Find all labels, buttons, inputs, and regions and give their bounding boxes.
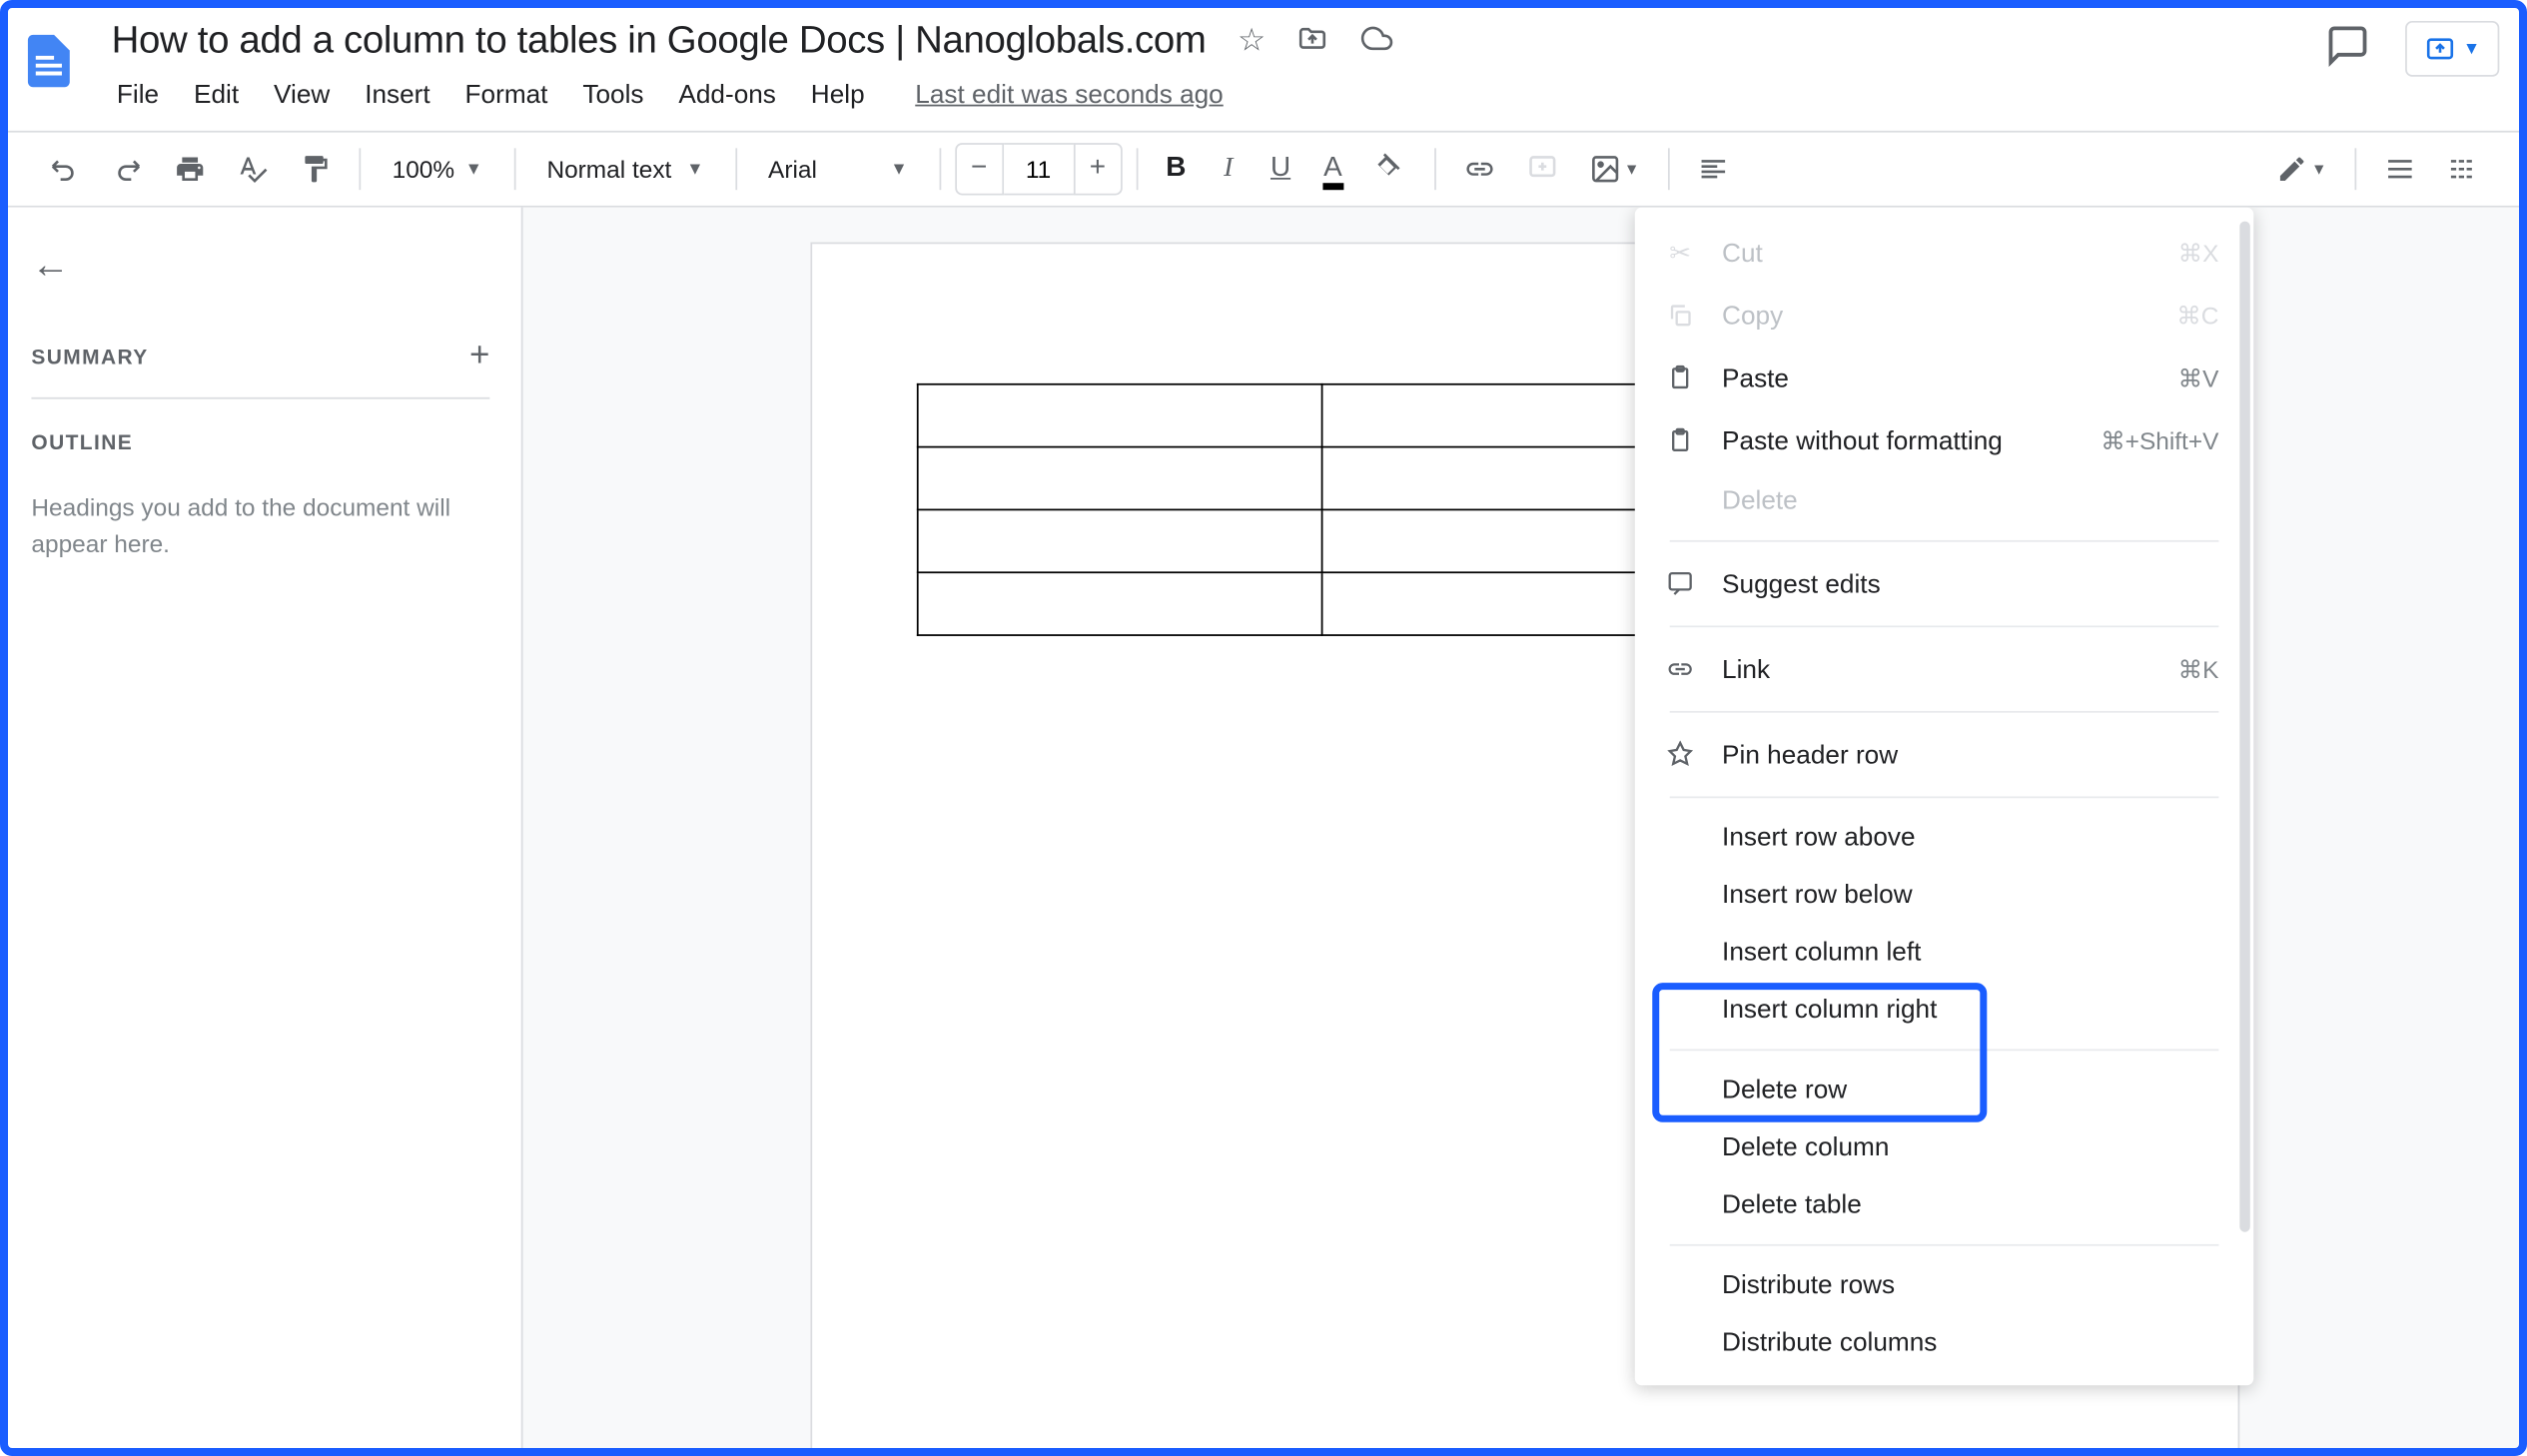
outline-sidebar: ← SUMMARY + OUTLINE Headings you add to … (0, 208, 523, 1454)
ctx-delete-row[interactable]: Delete row (1635, 1062, 2253, 1119)
highlight-button[interactable] (1360, 143, 1419, 195)
spellcheck-button[interactable] (223, 143, 282, 195)
ctx-delete-col[interactable]: Delete column (1635, 1118, 2253, 1176)
more-button[interactable] (2433, 143, 2492, 195)
font-size-input[interactable] (1004, 143, 1074, 195)
paste-icon (1663, 361, 1698, 395)
cut-icon: ✂ (1663, 236, 1698, 271)
insert-image-button[interactable]: ▼ (1575, 143, 1653, 195)
menu-view[interactable]: View (258, 73, 346, 117)
app-header: How to add a column to tables in Google … (0, 0, 2527, 117)
ctx-link[interactable]: Link ⌘K (1635, 638, 2253, 701)
cloud-icon[interactable] (1359, 22, 1394, 59)
comment-history-icon[interactable] (2325, 22, 2370, 76)
link-icon (1663, 652, 1698, 687)
font-size-increase[interactable]: + (1073, 143, 1122, 195)
caret-down-icon: ▼ (2463, 39, 2480, 58)
ctx-insert-col-right[interactable]: Insert column right (1635, 981, 2253, 1039)
ctx-pin-header[interactable]: Pin header row (1635, 723, 2253, 786)
ctx-delete: Delete (1635, 472, 2253, 530)
copy-icon (1663, 298, 1698, 333)
undo-button[interactable] (35, 143, 94, 195)
docs-logo[interactable] (14, 14, 84, 108)
context-menu: ✂ Cut ⌘X Copy ⌘C Paste ⌘V Paste without … (1635, 208, 2253, 1386)
pin-icon (1663, 737, 1698, 772)
document-title[interactable]: How to add a column to tables in Google … (101, 14, 1217, 66)
paint-format-button[interactable] (286, 143, 345, 195)
collapse-sidebar-icon[interactable]: ← (31, 243, 69, 288)
redo-button[interactable] (98, 143, 157, 195)
ctx-paste[interactable]: Paste ⌘V (1635, 347, 2253, 409)
italic-button[interactable]: I (1204, 143, 1253, 195)
ctx-suggest-edits[interactable]: Suggest edits (1635, 552, 2253, 615)
ctx-distribute-cols[interactable]: Distribute columns (1635, 1314, 2253, 1372)
star-icon[interactable]: ☆ (1238, 24, 1265, 55)
font-select[interactable]: Arial▼ (751, 148, 926, 190)
menu-format[interactable]: Format (449, 73, 563, 117)
menu-insert[interactable]: Insert (349, 73, 445, 117)
ctx-copy: Copy ⌘C (1635, 284, 2253, 347)
add-summary-button[interactable]: + (469, 337, 489, 376)
add-comment-button[interactable] (1512, 143, 1571, 195)
align-button[interactable] (1683, 143, 1742, 195)
ctx-delete-table[interactable]: Delete table (1635, 1176, 2253, 1234)
last-edit-link[interactable]: Last edit was seconds ago (915, 80, 1223, 110)
text-color-button[interactable]: A (1308, 143, 1357, 195)
paragraph-style-select[interactable]: Normal text▼ (529, 148, 721, 190)
ctx-paste-plain[interactable]: Paste without formatting ⌘+Shift+V (1635, 409, 2253, 472)
ctx-distribute-rows[interactable]: Distribute rows (1635, 1256, 2253, 1314)
scrollbar[interactable] (2239, 222, 2249, 1232)
outline-heading: OUTLINE (31, 430, 489, 454)
print-button[interactable] (161, 143, 220, 195)
paste-plain-icon (1663, 423, 1698, 458)
insert-link-button[interactable] (1449, 143, 1508, 195)
editing-mode-button[interactable]: ▼ (2262, 143, 2340, 195)
suggest-icon (1663, 566, 1698, 601)
share-button[interactable]: ▼ (2405, 21, 2499, 77)
ctx-insert-row-above[interactable]: Insert row above (1635, 809, 2253, 867)
ctx-insert-row-below[interactable]: Insert row below (1635, 866, 2253, 924)
menu-addons[interactable]: Add-ons (663, 73, 792, 117)
ctx-insert-col-left[interactable]: Insert column left (1635, 924, 2253, 982)
move-icon[interactable] (1297, 22, 1328, 59)
menu-bar: File Edit View Insert Format Tools Add-o… (101, 73, 2307, 117)
toolbar: 100%▼ Normal text▼ Arial▼ − + B I U A ▼ … (0, 131, 2527, 208)
menu-tools[interactable]: Tools (567, 73, 660, 117)
menu-help[interactable]: Help (795, 73, 880, 117)
zoom-select[interactable]: 100%▼ (375, 148, 499, 190)
underline-button[interactable]: U (1257, 143, 1305, 195)
menu-edit[interactable]: Edit (178, 73, 255, 117)
font-size-decrease[interactable]: − (955, 143, 1004, 195)
ctx-cut: ✂ Cut ⌘X (1635, 222, 2253, 285)
hide-menus-button[interactable] (2370, 143, 2429, 195)
outline-empty-hint: Headings you add to the document will ap… (31, 489, 489, 562)
summary-heading: SUMMARY (31, 345, 148, 368)
document-canvas[interactable]: ✂ Cut ⌘X Copy ⌘C Paste ⌘V Paste without … (523, 208, 2527, 1454)
menu-file[interactable]: File (101, 73, 175, 117)
bold-button[interactable]: B (1152, 143, 1201, 195)
